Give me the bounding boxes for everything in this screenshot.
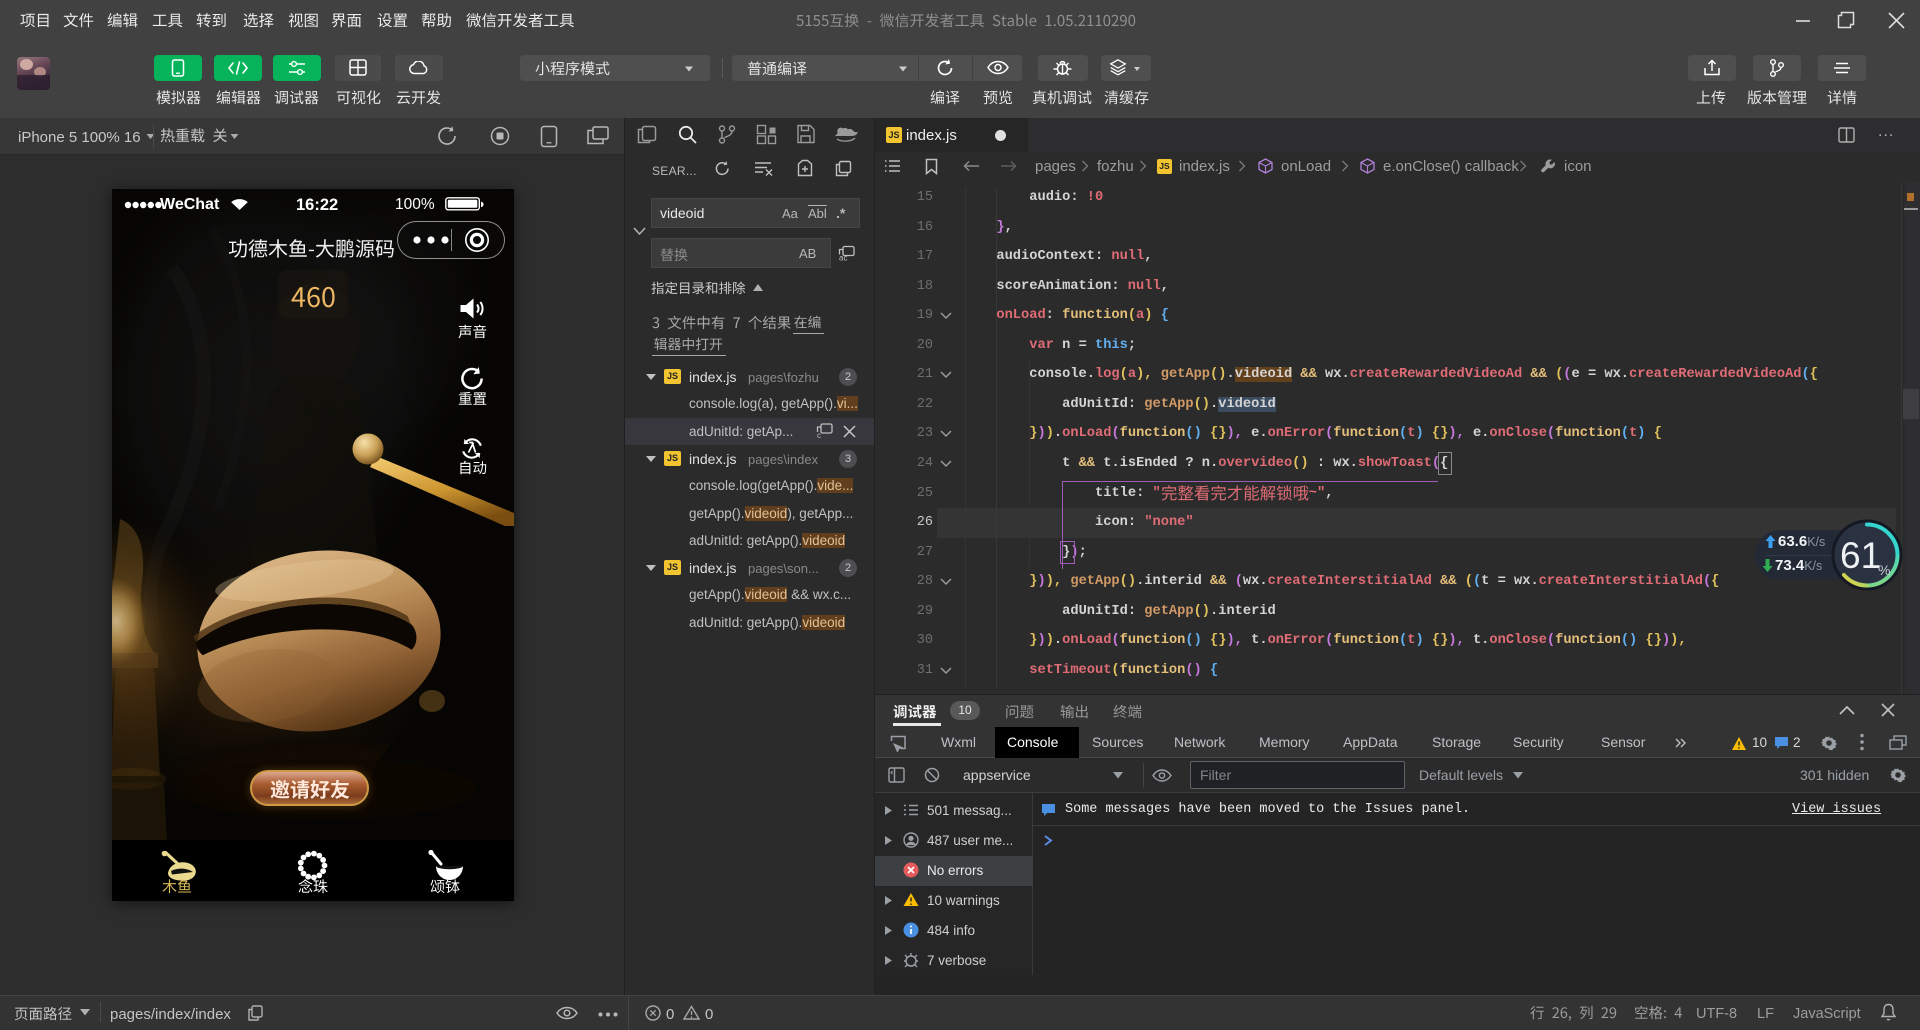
svg-text:ac: ac bbox=[839, 254, 847, 263]
svg-text:61: 61 bbox=[1840, 535, 1881, 576]
svg-text:%: % bbox=[1878, 562, 1890, 578]
svg-text:c: c bbox=[817, 431, 821, 440]
